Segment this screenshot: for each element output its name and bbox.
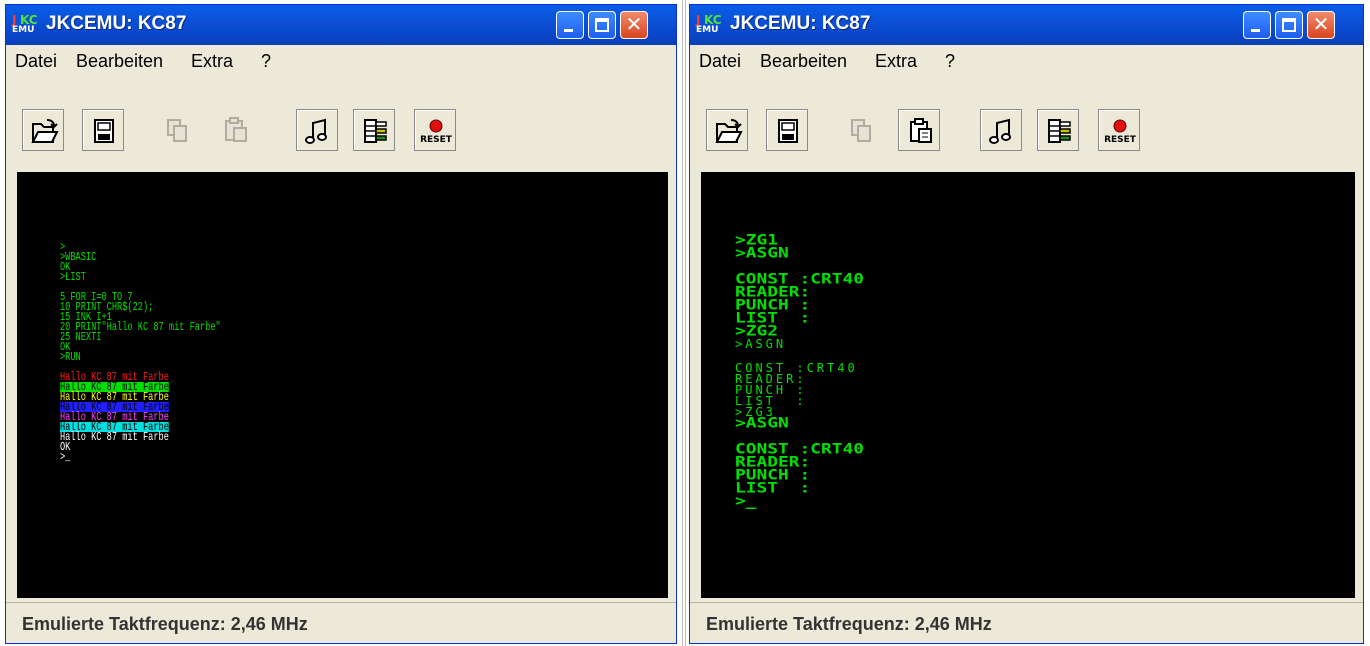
window-divider (682, 0, 683, 646)
screen-line: >ASGN (735, 244, 789, 262)
minimize-icon (1251, 29, 1260, 32)
minimize-icon (564, 29, 573, 32)
menu-bearbeiten[interactable]: Bearbeiten (76, 51, 163, 72)
status-text: Emulierte Taktfrequenz: 2,46 MHz (22, 614, 308, 634)
title-bar[interactable]: J KC EMU JKCEMU: KC87 ✕ (6, 5, 676, 45)
screen-line: >LIST (60, 270, 86, 284)
menu-extra[interactable]: Extra (875, 51, 917, 72)
paste-button[interactable] (214, 109, 256, 151)
audio-icon (989, 118, 1011, 144)
open-icon (31, 119, 59, 143)
audio-button[interactable] (296, 109, 338, 151)
keyboard-button[interactable] (353, 109, 395, 151)
copy-button[interactable] (840, 109, 882, 151)
menu-datei[interactable]: Datei (15, 51, 57, 72)
reset-button[interactable]: RESET (414, 109, 456, 151)
maximize-icon (1282, 18, 1296, 32)
copy-icon (851, 119, 871, 142)
close-button[interactable]: ✕ (1307, 11, 1335, 39)
window-title: JKCEMU: KC87 (46, 13, 187, 34)
screen-line: Hallo KC 87 mit Farbe (60, 430, 169, 444)
screen-line: >RUN (60, 350, 81, 364)
screen-text: > >WBASIC OK >LIST 5 FOR I=0 TO 7 10 PRINT C… (60, 241, 221, 464)
keyboard-icon (364, 119, 387, 143)
jkcemu-app-icon: J KC EMU (12, 13, 38, 35)
status-bar: Emulierte Taktfrequenz: 2,46 MHz (690, 602, 1363, 645)
screen-line: >ASGN (735, 337, 787, 351)
menu-extra[interactable]: Extra (191, 51, 233, 72)
status-bar: Emulierte Taktfrequenz: 2,46 MHz (6, 602, 676, 645)
screen-line: >WBASIC (60, 250, 97, 264)
menu-datei[interactable]: Datei (699, 51, 741, 72)
window-title: JKCEMU: KC87 (730, 13, 871, 34)
paste-icon (225, 117, 247, 142)
reset-icon: RESET (1104, 119, 1137, 145)
save-button[interactable] (82, 109, 124, 151)
menu-help[interactable]: ? (261, 51, 271, 72)
screen-line: >ZG2 (735, 322, 779, 340)
emulator-window: J KC EMU JKCEMU: KC87 ✕ Datei Bearbeiten E… (689, 4, 1364, 644)
menu-help[interactable]: ? (945, 51, 955, 72)
reset-icon: RESET (420, 119, 453, 145)
title-bar[interactable]: J KC EMU JKCEMU: KC87 ✕ (690, 5, 1363, 45)
emulator-screen[interactable]: > >WBASIC OK >LIST 5 FOR I=0 TO 7 10 PRINT C… (17, 172, 668, 598)
save-button[interactable] (766, 109, 808, 151)
close-button[interactable]: ✕ (620, 11, 648, 39)
reset-button[interactable]: RESET (1098, 109, 1140, 151)
jkcemu-app-icon: J KC EMU (696, 13, 722, 35)
save-icon (778, 119, 798, 143)
status-text: Emulierte Taktfrequenz: 2,46 MHz (706, 614, 992, 634)
audio-icon (305, 118, 327, 144)
minimize-button[interactable] (556, 11, 584, 39)
minimize-button[interactable] (1243, 11, 1271, 39)
open-button[interactable] (706, 109, 748, 151)
copy-icon (167, 119, 187, 142)
toolbar: RESET (690, 76, 1363, 172)
menu-bar: Datei Bearbeiten Extra ? (6, 45, 676, 75)
open-button[interactable] (22, 109, 64, 151)
paste-icon (910, 118, 932, 143)
screen-text: >ZG1 >ASGN CONST :CRT40 READER: PUNCH : LIST … (735, 233, 864, 509)
emulator-window: J KC EMU JKCEMU: KC87 ✕ Datei Bearbeiten E… (5, 4, 677, 644)
close-icon: ✕ (1312, 12, 1330, 36)
screen-line: >_ (60, 450, 71, 464)
screen-line: >_ (735, 492, 757, 510)
keyboard-button[interactable] (1037, 109, 1079, 151)
keyboard-icon (1048, 119, 1071, 143)
window-divider (685, 0, 686, 646)
menu-bar: Datei Bearbeiten Extra ? (690, 45, 1363, 75)
paste-button[interactable] (898, 109, 940, 151)
maximize-button[interactable] (1275, 11, 1303, 39)
screen-line: >ASGN (735, 414, 789, 432)
close-icon: ✕ (625, 12, 643, 36)
svg-text:RESET: RESET (1104, 135, 1137, 145)
audio-button[interactable] (980, 109, 1022, 151)
svg-text:RESET: RESET (420, 135, 453, 145)
open-icon (715, 119, 743, 143)
menu-bearbeiten[interactable]: Bearbeiten (760, 51, 847, 72)
copy-button[interactable] (156, 109, 198, 151)
maximize-icon (595, 18, 609, 32)
save-icon (94, 119, 114, 143)
emulator-screen[interactable]: >ZG1 >ASGN CONST :CRT40 READER: PUNCH : LIST … (701, 172, 1355, 598)
toolbar: RESET (6, 76, 676, 172)
maximize-button[interactable] (588, 11, 616, 39)
